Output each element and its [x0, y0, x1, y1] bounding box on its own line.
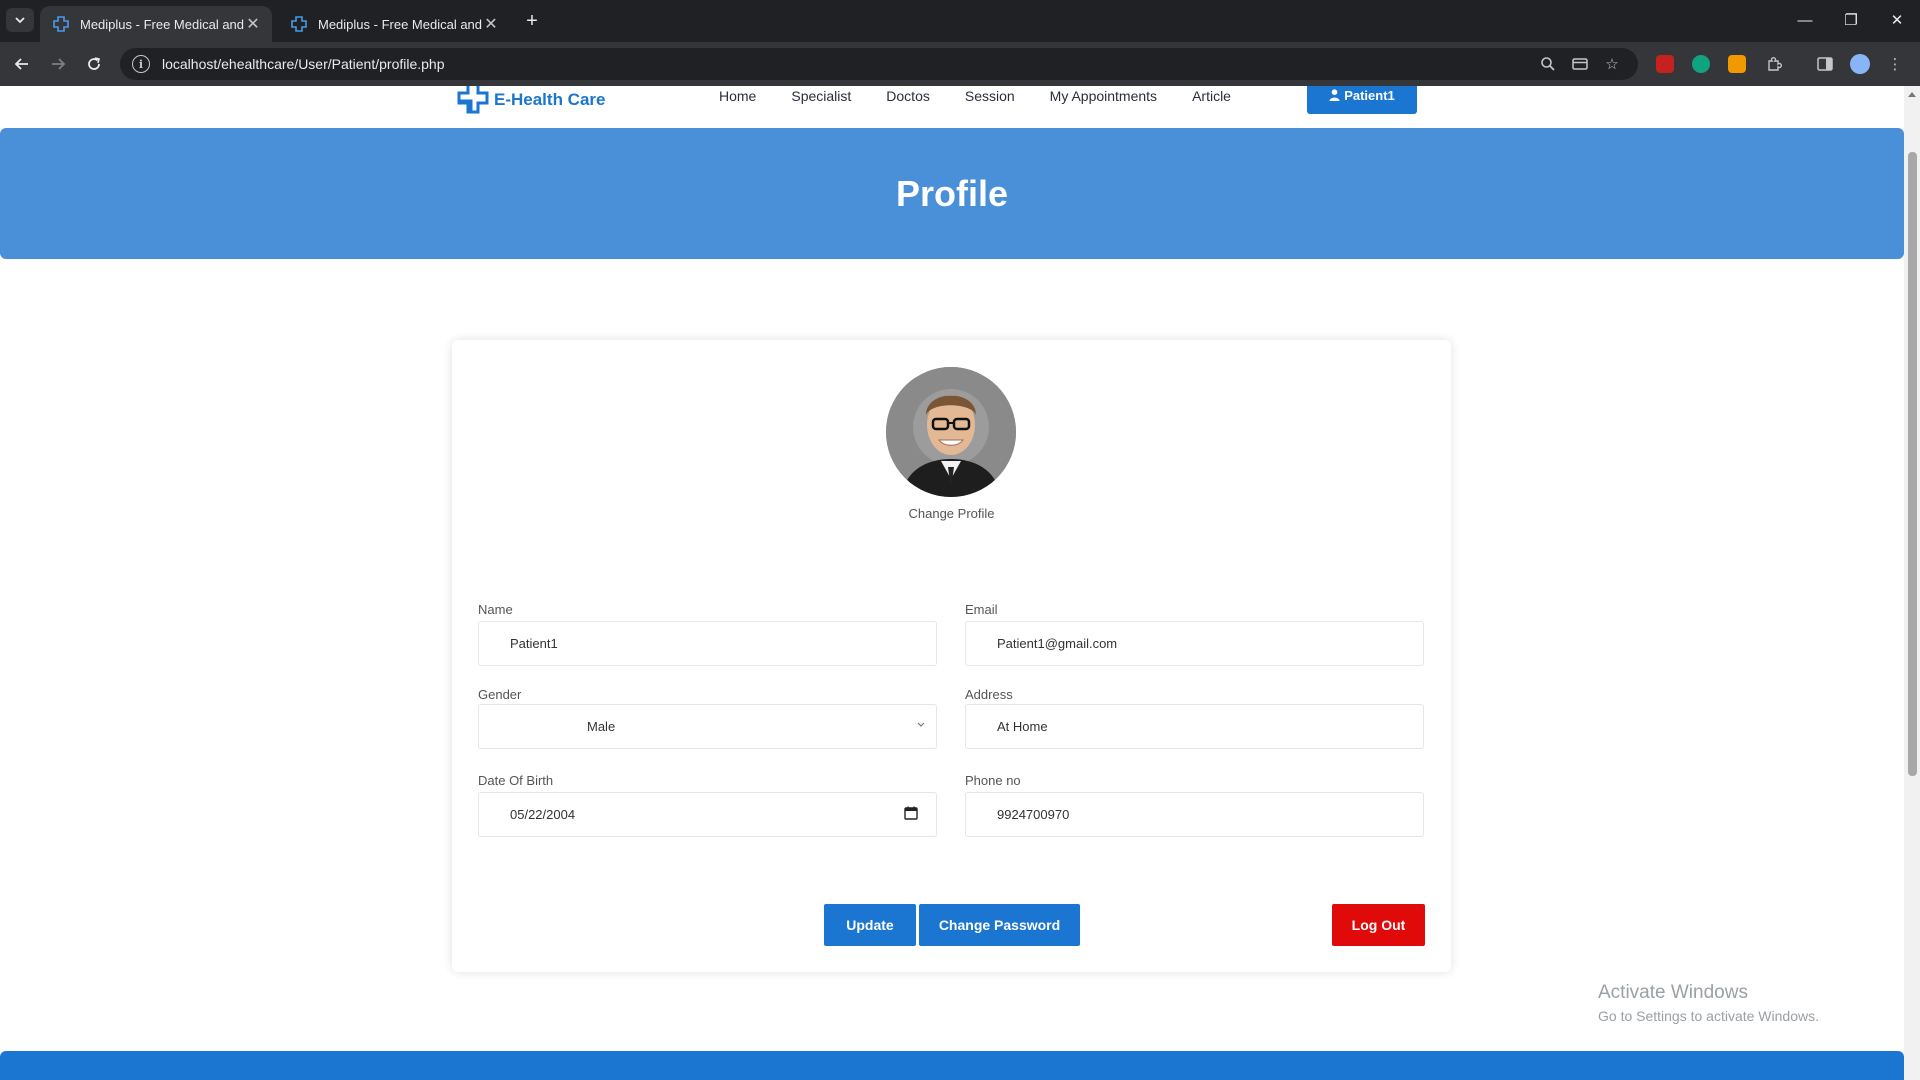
user-menu-button[interactable]: Patient1 [1307, 86, 1417, 114]
site-info-icon[interactable]: i [132, 55, 150, 73]
more-menu-icon[interactable]: ⋮ [1885, 54, 1905, 74]
close-icon[interactable]: ✕ [244, 15, 262, 33]
watermark-line-1: Activate Windows [1598, 982, 1748, 1003]
profile-avatar-icon[interactable] [1850, 54, 1870, 74]
site-logo[interactable]: E-Health Care [456, 86, 605, 114]
logo-text: E-Health Care [494, 90, 606, 109]
reload-button[interactable] [80, 50, 108, 78]
gender-value: Male [587, 719, 616, 734]
nav-my-appointments[interactable]: My Appointments [1050, 88, 1157, 104]
address-value: At Home [997, 719, 1048, 734]
name-value: Patient1 [510, 636, 558, 651]
back-button[interactable] [8, 50, 36, 78]
name-field[interactable]: Patient1 [478, 621, 937, 666]
tab-search-button[interactable] [6, 8, 34, 32]
dob-value: 05/22/2004 [510, 807, 576, 822]
browser-tab-2[interactable]: Mediplus - Free Medical and Do ✕ [278, 6, 510, 42]
calendar-icon[interactable] [904, 806, 918, 820]
update-button[interactable]: Update [824, 904, 916, 946]
side-panel-icon[interactable] [1815, 54, 1835, 74]
scrollbar-thumb[interactable] [1908, 152, 1917, 776]
change-profile-link[interactable]: Change Profile [452, 506, 1451, 521]
phone-value: 9924700970 [997, 807, 1070, 822]
logout-button[interactable]: Log Out [1332, 904, 1425, 946]
email-value: Patient1@gmail.com [997, 636, 1118, 651]
watermark-line-2: Go to Settings to activate Windows. [1598, 1008, 1819, 1024]
email-label: Email [965, 602, 998, 617]
star-icon[interactable]: ☆ [1602, 54, 1622, 74]
extension-orange-icon[interactable] [1728, 55, 1746, 73]
nav-session[interactable]: Session [965, 88, 1015, 104]
scroll-up-icon[interactable] [1908, 92, 1916, 97]
nav-article[interactable]: Article [1192, 88, 1231, 104]
change-password-button[interactable]: Change Password [919, 904, 1080, 946]
medical-cross-icon [291, 16, 307, 32]
new-tab-button[interactable]: + [520, 9, 544, 33]
arrow-left-icon [14, 58, 28, 70]
medical-cross-logo-icon [457, 86, 489, 114]
address-url: localhost/ehealthcare/User/Patient/profi… [162, 56, 445, 72]
page-scrollbar[interactable] [1904, 86, 1920, 1080]
page-title: Profile [895, 172, 1009, 214]
browser-tab-bar: Mediplus - Free Medical and Do ✕ Mediplu… [0, 0, 1920, 42]
address-label: Address [965, 687, 1013, 702]
dob-field[interactable]: 05/22/2004 [478, 792, 937, 837]
card-icon[interactable] [1570, 54, 1590, 74]
phone-label: Phone no [965, 773, 1021, 788]
nav-doctors[interactable]: Doctos [886, 88, 930, 104]
minimize-button[interactable]: — [1782, 0, 1828, 40]
windows-activation-watermark: Activate Windows Go to Settings to activ… [1598, 982, 1819, 1024]
reload-icon [88, 57, 100, 70]
browser-tab-1[interactable]: Mediplus - Free Medical and Do ✕ [40, 6, 272, 42]
tab-title: Mediplus - Free Medical and Do [318, 16, 482, 32]
gender-select[interactable]: Male [478, 704, 937, 749]
email-field[interactable]: Patient1@gmail.com [965, 621, 1424, 666]
close-icon[interactable]: ✕ [482, 15, 500, 33]
medical-cross-icon [53, 16, 69, 32]
footer-band [0, 1051, 1904, 1080]
chevron-down-icon [917, 722, 925, 727]
page-viewport: E-Health Care Home Specialist Doctos Ses… [0, 86, 1904, 1080]
profile-avatar[interactable] [886, 367, 1016, 497]
gender-label: Gender [478, 687, 522, 702]
forward-button[interactable] [44, 50, 72, 78]
puzzle-icon[interactable] [1764, 54, 1784, 74]
ublock-extension-icon[interactable] [1656, 55, 1674, 73]
name-label: Name [478, 602, 513, 617]
restore-button[interactable]: ❐ [1828, 0, 1874, 40]
tab-title: Mediplus - Free Medical and Do [80, 16, 244, 32]
nav-specialist[interactable]: Specialist [791, 88, 851, 104]
main-nav: Home Specialist Doctos Session My Appoin… [719, 88, 1266, 104]
user-icon [1329, 89, 1340, 101]
address-bar[interactable]: i localhost/ehealthcare/User/Patient/pro… [120, 48, 1638, 80]
chatgpt-extension-icon[interactable] [1692, 55, 1710, 73]
close-window-button[interactable]: ✕ [1874, 0, 1920, 40]
browser-toolbar: i localhost/ehealthcare/User/Patient/pro… [0, 42, 1920, 86]
site-header: E-Health Care Home Specialist Doctos Ses… [0, 86, 1904, 128]
chevron-down-icon [15, 17, 25, 24]
user-menu-label: Patient1 [1344, 87, 1395, 103]
nav-home[interactable]: Home [719, 88, 756, 104]
dob-label: Date Of Birth [478, 773, 554, 788]
profile-card: Change Profile Name Patient1 Email Patie… [452, 340, 1451, 972]
zoom-icon[interactable] [1538, 54, 1558, 74]
address-field[interactable]: At Home [965, 704, 1424, 749]
arrow-right-icon [52, 58, 66, 70]
phone-field[interactable]: 9924700970 [965, 792, 1424, 837]
profile-photo [886, 367, 1016, 497]
page-banner: Profile [0, 128, 1904, 259]
